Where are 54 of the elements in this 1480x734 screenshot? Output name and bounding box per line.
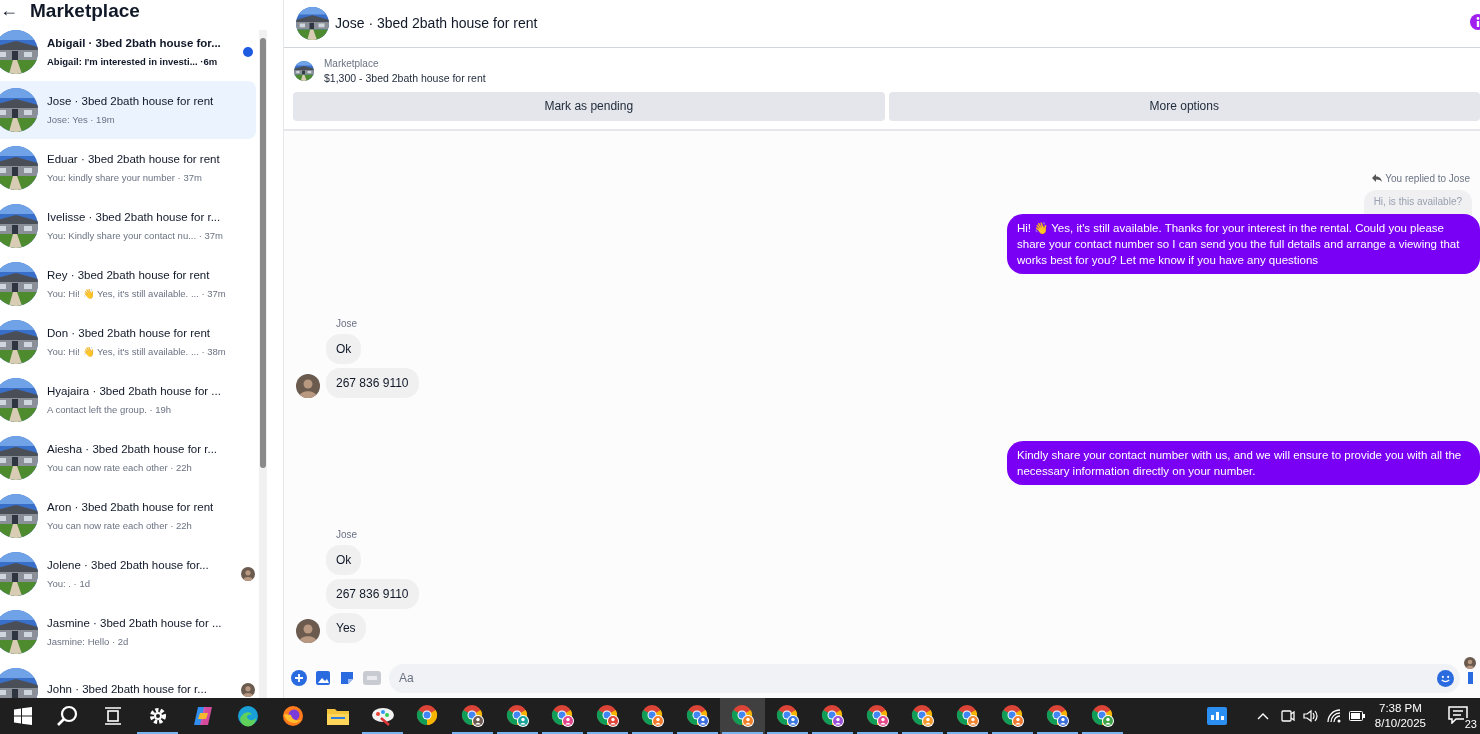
more-options-button[interactable]: More options (888, 91, 1480, 121)
conversation-preview: You: Hi! 👋 Yes, it's still available. ... · 37m (47, 287, 227, 301)
sender-name: Jose (336, 316, 359, 331)
back-button[interactable]: ← (0, 1, 18, 19)
conversation-item[interactable]: Don · 3bed 2bath house for rent You: Hi! 👋 Yes, it's still available. ... · 38m (0, 313, 256, 371)
mark-pending-button[interactable]: Mark as pending (293, 91, 885, 121)
listing-label: Marketplace (324, 57, 380, 71)
conversation-item[interactable]: Jose · 3bed 2bath house for rent Jose: Yes · 19m (0, 81, 256, 139)
conversation-item[interactable]: Aiesha · 3bed 2bath house for r... You can now rate each other · 22h (0, 429, 256, 487)
chat-title: Jose · 3bed 2bath house for rent (335, 14, 538, 33)
received-message: 267 836 9110 (326, 367, 419, 398)
conversation-preview: Jasmine: Hello · 2d (47, 635, 130, 649)
reply-note: You replied to Jose (1385, 171, 1470, 186)
conversation-preview: Abigail: I'm interested in investi... ·6m (47, 55, 219, 69)
conversation-preview: Jose: Yes · 19m (47, 113, 116, 127)
conversation-title: Jasmine · 3bed 2bath house for ... (47, 615, 223, 631)
conversation-preview: You: Kindly share your contact nu... · 37m (47, 229, 225, 243)
conversation-title: Hyajaira · 3bed 2bath house for ... (47, 383, 222, 399)
quoted-message: Hi, is this available? (1363, 189, 1472, 215)
sent-message: Kindly share your contact number with us, and we will ensure to provide you with all the necessary information directly on your number. (1007, 440, 1480, 485)
received-message: Ok (326, 544, 362, 575)
conversation-title: John · 3bed 2bath house for r... (47, 682, 208, 698)
conversation-title: Jolene · 3bed 2bath house for... (47, 557, 210, 573)
sidebar-title: Marketplace (30, 0, 140, 20)
conversation-preview: You can now rate each other · 22h (47, 461, 193, 475)
received-message: 267 836 9110 (326, 578, 419, 609)
conversation-item[interactable]: Abigail · 3bed 2bath house for... Abigail: I'm interested in investi... ·6m (0, 23, 256, 81)
conversation-title: Jose · 3bed 2bath house for rent (47, 93, 215, 109)
conversation-item[interactable]: Rey · 3bed 2bath house for rent You: Hi! 👋 Yes, it's still available. ... · 37m (0, 255, 256, 313)
conversation-title: Ivelisse · 3bed 2bath house for r... (47, 209, 222, 225)
received-message: Ok (326, 333, 362, 364)
conversation-item[interactable]: Ivelisse · 3bed 2bath house for r... You: Kindly share your contact nu... · 37m (0, 197, 256, 255)
conversation-preview: You: Hi! 👋 Yes, it's still available. ... · 38m (47, 345, 227, 359)
listing-title: $1,300 - 3bed 2bath house for rent (324, 71, 486, 86)
conversation-preview: You: kindly share your number · 37m (47, 171, 203, 185)
sender-name: Jose (336, 527, 359, 542)
conversation-preview: You can now rate each other · 22h (47, 519, 193, 533)
conversation-item[interactable]: Jasmine · 3bed 2bath house for ... Jasmine: Hello · 2d (0, 603, 256, 661)
conversation-item[interactable]: Jolene · 3bed 2bath house for... You: . · 1d (0, 545, 256, 603)
sent-message: Hi! 👋 Yes, it's still available. Thanks for your interest in the rental. Could you please share your contact number so I can send you the full details and arrange a viewing that works best for you? Let me know if you have any questions (1007, 213, 1480, 274)
clock[interactable]: 7:38 PM 8/10/2025 (1374, 701, 1426, 731)
conversation-preview: A contact left the group. · 19h (47, 403, 173, 417)
message-field[interactable]: Aa (389, 663, 1460, 693)
conversation-title: Rey · 3bed 2bath house for rent (47, 267, 211, 283)
conversation-item[interactable]: Aron · 3bed 2bath house for rent You can now rate each other · 22h (0, 487, 256, 545)
conversation-item[interactable]: Eduar · 3bed 2bath house for rent You: kindly share your number · 37m (0, 139, 256, 197)
received-message: Yes (326, 612, 366, 643)
conversation-preview: You: . · 1d (47, 577, 91, 591)
conversation-title: Aron · 3bed 2bath house for rent (47, 499, 215, 515)
conversation-item[interactable]: Hyajaira · 3bed 2bath house for ... A contact left the group. · 19h (0, 371, 256, 429)
conversation-title: Aiesha · 3bed 2bath house for r... (47, 441, 219, 457)
conversation-title: Eduar · 3bed 2bath house for rent (47, 151, 221, 167)
conversation-title: Abigail · 3bed 2bath house for... (47, 35, 222, 51)
conversation-title: Don · 3bed 2bath house for rent (47, 325, 212, 341)
